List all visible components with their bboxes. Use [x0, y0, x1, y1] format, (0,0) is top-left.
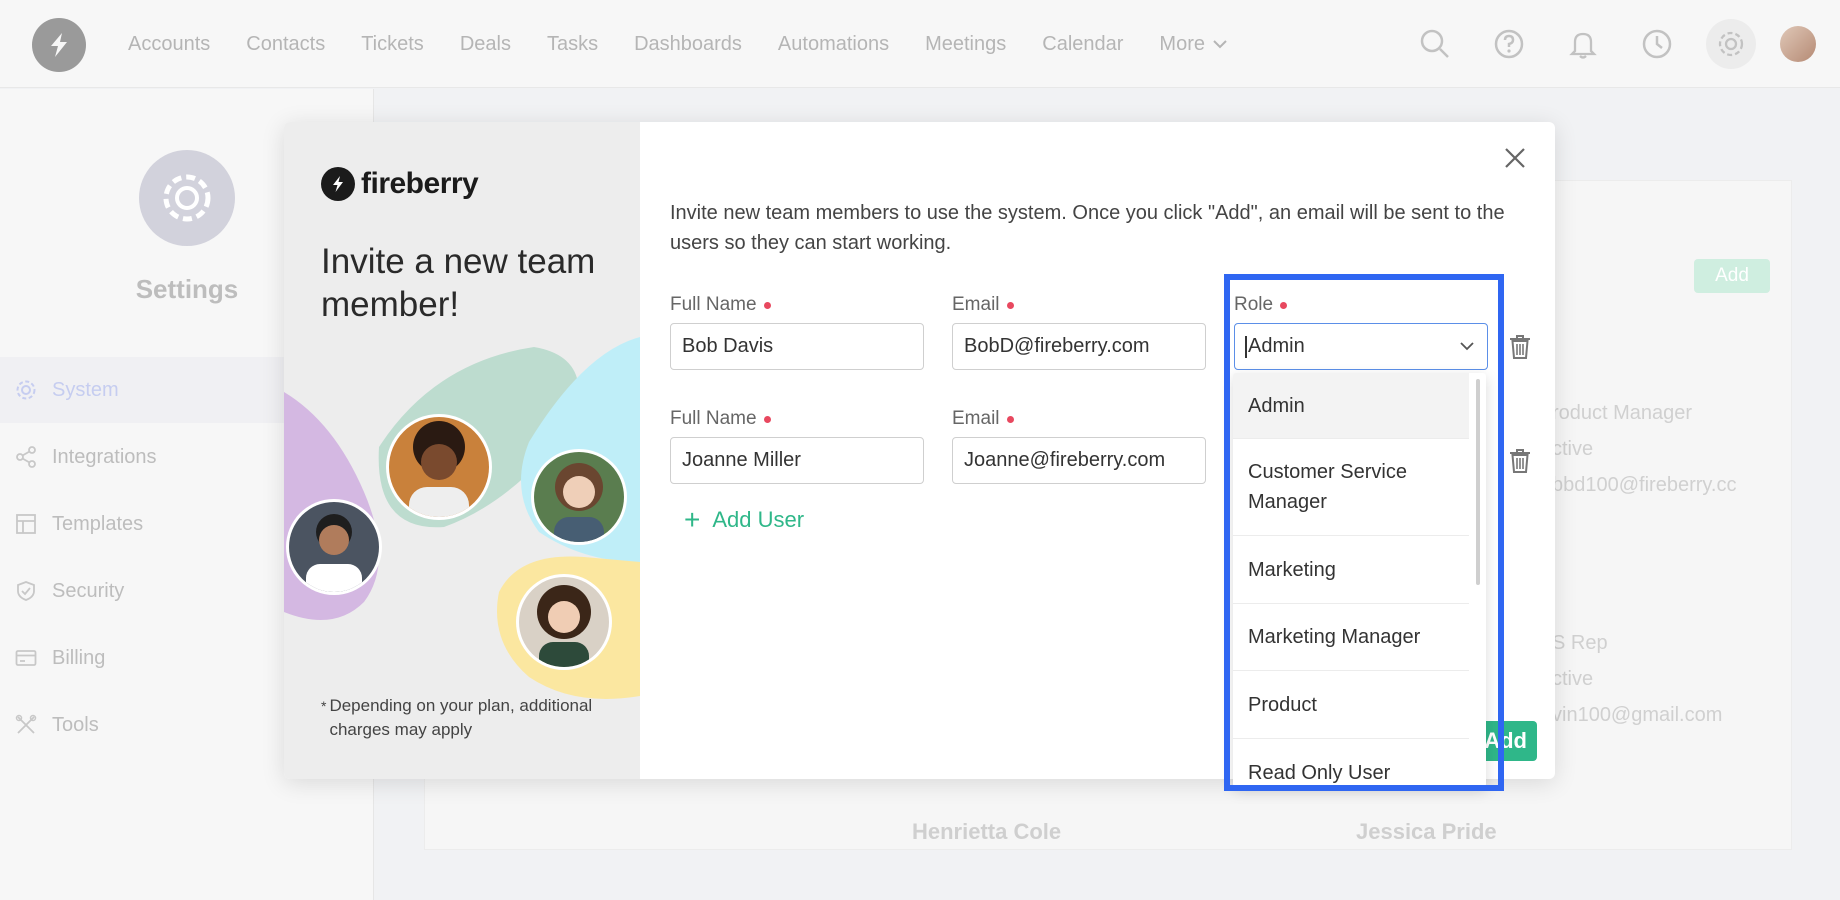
bg-card1-email: bbd100@fireberry.cc — [1552, 474, 1737, 496]
required-dot-icon — [1006, 415, 1014, 423]
full-name-input-1[interactable] — [670, 323, 924, 370]
bg-user-name: Henrietta Cole — [912, 819, 1062, 844]
label-text: Role — [1234, 294, 1274, 315]
full-name-label: Full Name — [670, 408, 771, 430]
chevron-down-icon — [1213, 40, 1227, 49]
modal-headline: Invite a new team member! — [321, 242, 596, 324]
user-avatar[interactable] — [1780, 26, 1816, 62]
label-text: Email — [952, 294, 1000, 315]
dropdown-scrollbar[interactable] — [1476, 379, 1480, 585]
label-text: Full Name — [670, 408, 757, 429]
delete-row-button[interactable] — [1506, 446, 1534, 476]
bg-user-name: Jessica Pride — [1356, 819, 1497, 844]
card-icon — [14, 646, 38, 670]
required-dot-icon — [1280, 301, 1288, 309]
add-user-background-button[interactable]: Add — [1694, 259, 1770, 293]
add-user-button[interactable]: + Add User — [684, 506, 804, 534]
trash-icon — [1510, 335, 1530, 359]
required-dot-icon — [763, 415, 771, 423]
top-icons — [1386, 0, 1816, 88]
bg-card2-status: ctive — [1552, 668, 1594, 690]
nav-contacts[interactable]: Contacts — [246, 33, 325, 56]
close-button[interactable] — [1499, 142, 1531, 174]
required-dot-icon — [1006, 301, 1014, 309]
text-caret — [1245, 335, 1247, 358]
main-nav: Accounts Contacts Tickets Deals Tasks Da… — [128, 0, 1263, 88]
top-navigation-bar: Accounts Contacts Tickets Deals Tasks Da… — [0, 0, 1840, 88]
help-icon[interactable] — [1484, 19, 1534, 69]
clock-icon[interactable] — [1632, 19, 1682, 69]
trash-icon — [1510, 449, 1530, 473]
bell-icon[interactable] — [1558, 19, 1608, 69]
team-illustration — [284, 337, 640, 699]
role-option-customer-service-manager[interactable]: Customer Service Manager — [1233, 439, 1469, 536]
sidebar-item-label: Templates — [52, 512, 144, 535]
role-label: Role — [1234, 294, 1288, 316]
role-select-value: Admin — [1248, 335, 1305, 357]
role-dropdown-menu: Admin Customer Service Manager Marketing… — [1233, 373, 1486, 787]
sidebar-item-label: Security — [52, 579, 125, 602]
full-name-label: Full Name — [670, 294, 771, 316]
close-icon — [1505, 148, 1525, 168]
sidebar-item-label: System — [52, 378, 119, 401]
nav-more-label: More — [1159, 32, 1205, 55]
role-option-marketing-manager[interactable]: Marketing Manager — [1233, 604, 1469, 671]
email-label: Email — [952, 408, 1014, 430]
sidebar-item-label: Tools — [52, 713, 99, 736]
bg-card2-role: S Rep — [1552, 632, 1608, 654]
email-input-2[interactable] — [952, 437, 1206, 484]
bg-card1-status: ctive — [1552, 438, 1594, 460]
label-text: Email — [952, 408, 1000, 429]
footnote-text: Depending on your plan, additional charg… — [329, 696, 593, 739]
label-text: Full Name — [670, 294, 757, 315]
pricing-footnote: * Depending on your plan, additional cha… — [321, 694, 621, 742]
brand-name: fireberry — [361, 167, 479, 200]
sidebar-item-label: Integrations — [52, 445, 157, 468]
nav-meetings[interactable]: Meetings — [925, 33, 1006, 56]
nav-dashboards[interactable]: Dashboards — [634, 33, 742, 56]
full-name-input-2[interactable] — [670, 437, 924, 484]
fireberry-logo-icon[interactable] — [32, 18, 86, 72]
gear-icon[interactable] — [1706, 19, 1756, 69]
role-option-admin[interactable]: Admin — [1233, 373, 1469, 439]
role-option-marketing[interactable]: Marketing — [1233, 536, 1469, 604]
add-user-label: Add User — [712, 507, 805, 532]
nav-automations[interactable]: Automations — [778, 33, 889, 56]
role-option-read-only-user[interactable]: Read Only User — [1233, 739, 1469, 787]
gear-icon — [14, 378, 38, 402]
required-dot-icon — [763, 301, 771, 309]
delete-row-button[interactable] — [1506, 332, 1534, 362]
share-icon — [14, 445, 38, 469]
bg-card2-email: vin100@gmail.com — [1552, 704, 1723, 726]
tools-icon — [14, 713, 38, 737]
role-select-1[interactable]: Admin — [1234, 323, 1488, 370]
bg-card1-role: roduct Manager — [1552, 402, 1693, 424]
shield-icon — [14, 579, 38, 603]
role-option-product[interactable]: Product — [1233, 671, 1469, 739]
settings-gear-icon — [139, 150, 235, 246]
intro-text: Invite new team members to use the syste… — [670, 202, 1505, 254]
sidebar-item-label: Billing — [52, 646, 106, 669]
nav-tasks[interactable]: Tasks — [547, 33, 598, 56]
search-icon[interactable] — [1410, 19, 1460, 69]
template-icon — [14, 512, 38, 536]
nav-more[interactable]: More — [1159, 33, 1227, 56]
nav-tickets[interactable]: Tickets — [361, 33, 424, 56]
fireberry-brand: fireberry — [321, 167, 479, 201]
asterisk: * — [321, 698, 327, 714]
nav-deals[interactable]: Deals — [460, 33, 511, 56]
nav-calendar[interactable]: Calendar — [1042, 33, 1123, 56]
email-input-1[interactable] — [952, 323, 1206, 370]
email-label: Email — [952, 294, 1014, 316]
plus-icon: + — [684, 504, 701, 535]
chevron-down-icon — [1460, 342, 1474, 351]
nav-accounts[interactable]: Accounts — [128, 33, 210, 56]
modal-left-panel: fireberry Invite a new team member! * De… — [284, 122, 640, 779]
fireberry-logo-icon — [321, 167, 355, 201]
